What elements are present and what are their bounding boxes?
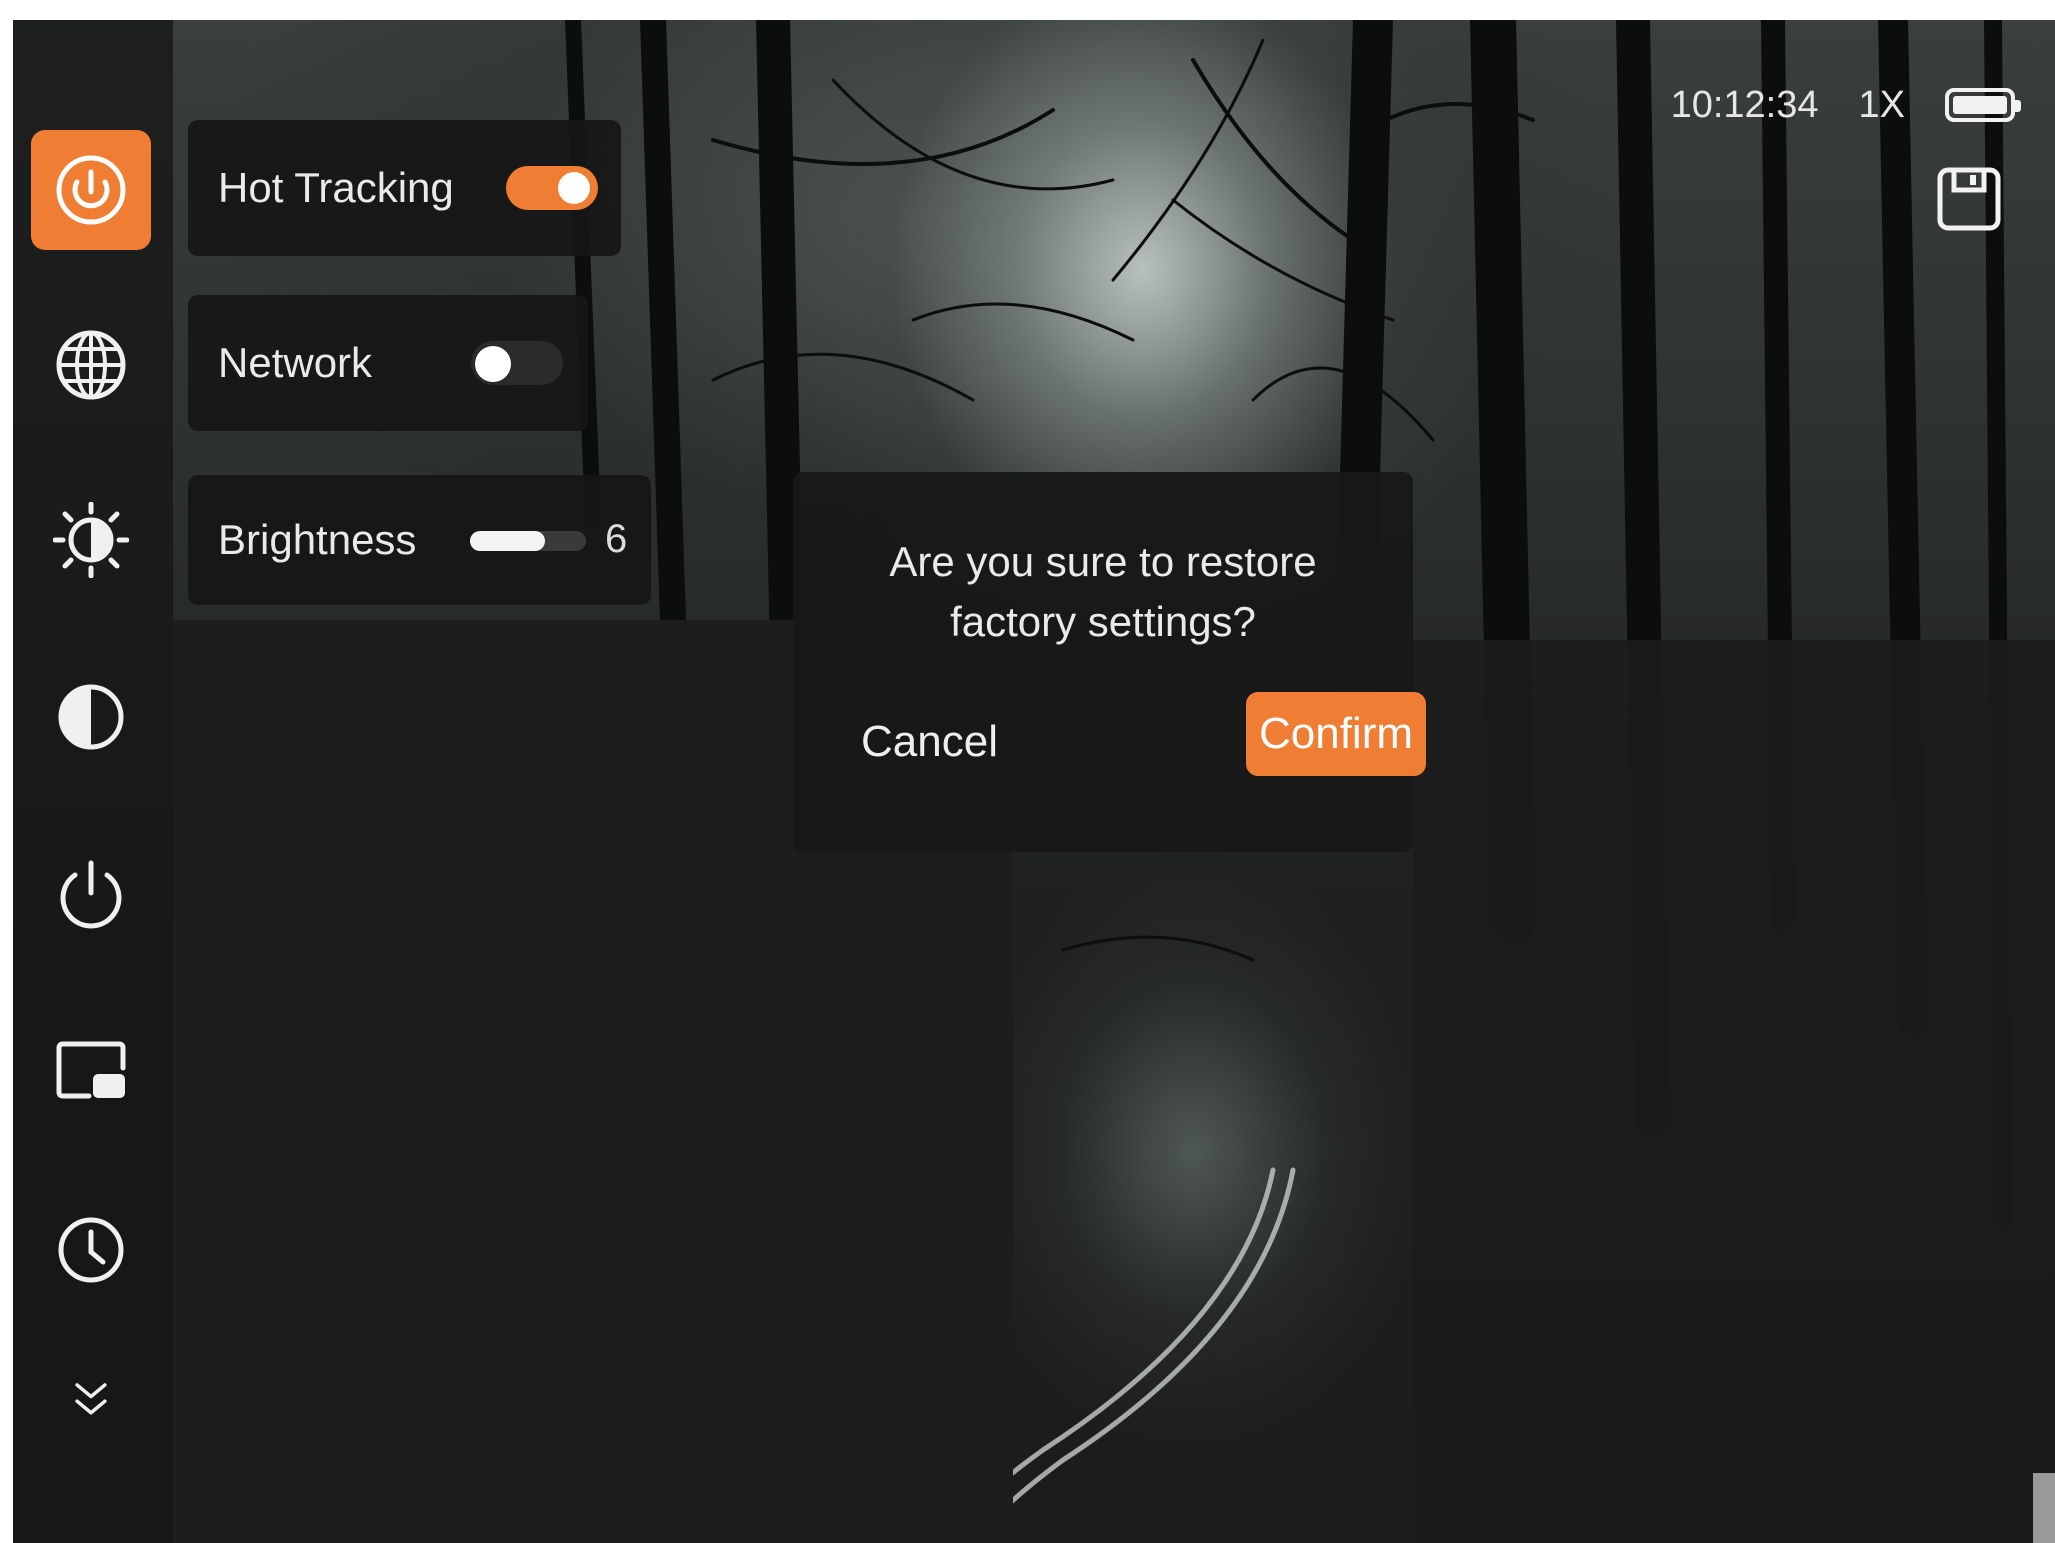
sidebar-item-hot-tracking[interactable] — [31, 130, 151, 250]
hot-tracking-setting: Hot Tracking — [188, 120, 621, 256]
brightness-value: 6 — [605, 517, 628, 561]
restore-factory-dialog: Are you sure to restore factory settings… — [793, 472, 1426, 852]
cancel-button[interactable]: Cancel — [861, 717, 998, 767]
brightness-slider[interactable] — [470, 531, 586, 551]
globe-icon — [56, 330, 126, 400]
sidebar — [13, 20, 173, 1543]
save-icon — [1937, 167, 2001, 231]
sidebar-item-picture-in-picture[interactable] — [31, 1012, 151, 1132]
dialog-message: Are you sure to restore factory settings… — [889, 538, 1317, 645]
brightness-icon — [53, 502, 129, 578]
chevron-double-down-icon — [75, 1383, 107, 1415]
confirm-button[interactable]: Confirm — [1246, 692, 1426, 776]
sidebar-more-button[interactable] — [31, 1360, 151, 1440]
power-icon — [60, 860, 122, 929]
brightness-slider-fill — [470, 531, 546, 551]
toggle-knob — [475, 346, 511, 382]
picture-in-picture-icon — [56, 1041, 126, 1099]
battery-fill — [1953, 96, 2007, 114]
zoom-level: 1X — [1858, 83, 1905, 126]
sidebar-item-brightness[interactable] — [31, 480, 151, 600]
sidebar-item-network[interactable] — [31, 305, 151, 425]
sidebar-item-power[interactable] — [31, 835, 151, 955]
save-button[interactable] — [1936, 166, 2002, 232]
hot-tracking-label: Hot Tracking — [218, 164, 454, 211]
brightness-label: Brightness — [218, 516, 417, 563]
shadow-region — [1413, 640, 2055, 1543]
hot-tracking-icon — [56, 155, 126, 225]
toggle-knob — [558, 172, 590, 204]
status-bar: 10:12:34 1X — [1670, 80, 2021, 130]
network-label: Network — [218, 339, 373, 386]
network-toggle[interactable] — [471, 341, 563, 385]
battery-icon — [1945, 88, 2021, 122]
sidebar-item-contrast[interactable] — [31, 657, 151, 777]
sidebar-item-clock[interactable] — [31, 1190, 151, 1310]
clock-icon — [58, 1217, 124, 1283]
hot-tracking-toggle[interactable] — [506, 166, 598, 210]
network-setting: Network — [188, 295, 588, 431]
clock-readout: 10:12:34 — [1670, 83, 1819, 126]
scrollbar-thumb[interactable] — [2033, 1473, 2055, 1543]
contrast-icon — [58, 684, 124, 750]
device-screen: 10:12:34 1X Hot Tracking Network Brightn… — [13, 20, 2055, 1543]
brightness-setting: Brightness 6 — [188, 475, 651, 605]
